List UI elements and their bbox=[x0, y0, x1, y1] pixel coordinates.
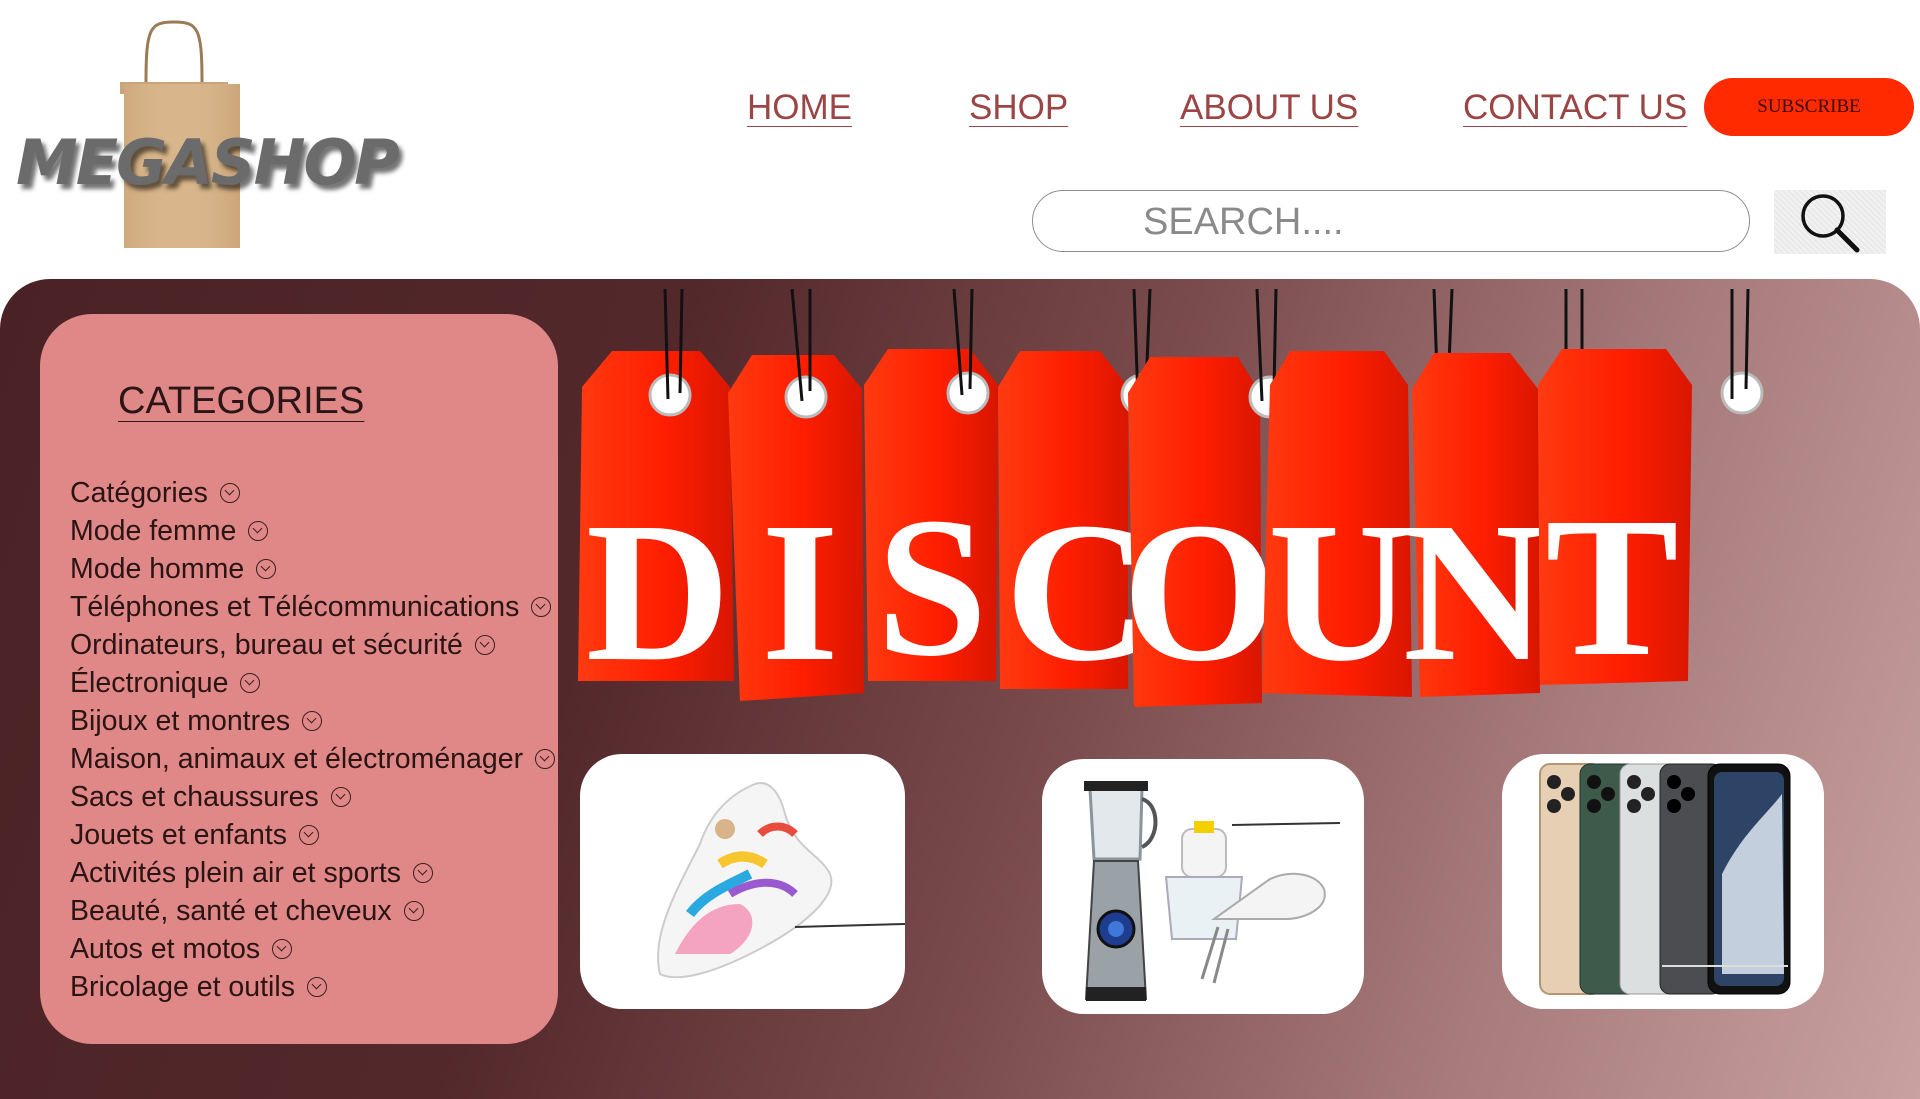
category-item[interactable]: Mode femme bbox=[70, 512, 555, 550]
nav-about-link[interactable]: ABOUT US bbox=[1180, 88, 1358, 128]
product-card-kitchen[interactable] bbox=[1042, 759, 1364, 1014]
chevron-down-icon bbox=[272, 939, 293, 959]
chevron-down-icon bbox=[240, 673, 261, 693]
category-item[interactable]: Téléphones et Télécommunications bbox=[70, 588, 555, 626]
category-item[interactable]: Maison, animaux et électroménager bbox=[70, 740, 556, 778]
category-list: Catégories Mode femme Mode homme Télépho… bbox=[70, 474, 556, 1006]
chevron-down-icon bbox=[248, 521, 269, 541]
discount-tag: S bbox=[864, 289, 998, 698]
nav-home-link[interactable]: HOME bbox=[747, 88, 852, 128]
category-item[interactable]: Bricolage et outils bbox=[70, 968, 555, 1006]
category-item[interactable]: Électronique bbox=[70, 664, 555, 702]
banner-letter: D bbox=[586, 482, 730, 703]
subscribe-button[interactable]: SUBSCRIBE bbox=[1704, 78, 1914, 136]
categories-panel: CATEGORIES Catégories Mode femme Mode ho… bbox=[40, 314, 558, 1044]
chevron-down-icon bbox=[219, 483, 240, 503]
banner-letter: N bbox=[1403, 482, 1547, 703]
categories-title: CATEGORIES bbox=[118, 380, 365, 422]
category-item[interactable]: Autos et motos bbox=[70, 930, 555, 968]
category-item[interactable]: Activités plein air et sports bbox=[70, 854, 555, 892]
brand-name: MEGASHOP bbox=[16, 126, 400, 199]
category-item[interactable]: Bijoux et montres bbox=[70, 702, 555, 740]
banner-letter: S bbox=[876, 477, 987, 698]
nav-contact-link[interactable]: CONTACT US bbox=[1463, 88, 1687, 128]
banner-letter: O bbox=[1122, 482, 1278, 703]
chevron-down-icon bbox=[302, 711, 323, 731]
discount-tag: I bbox=[728, 289, 864, 703]
category-item[interactable]: Ordinateurs, bureau et sécurité bbox=[70, 626, 555, 664]
chevron-down-icon bbox=[535, 749, 556, 769]
chevron-down-icon bbox=[413, 863, 434, 883]
product-card-phones[interactable] bbox=[1502, 754, 1824, 1009]
category-item[interactable]: Catégories bbox=[70, 474, 555, 512]
search-button[interactable] bbox=[1774, 190, 1886, 254]
product-card-sneaker[interactable] bbox=[580, 754, 905, 1009]
discount-banner[interactable]: D I S C O U N T bbox=[572, 289, 1842, 729]
discount-tag: D bbox=[578, 289, 734, 703]
chevron-down-icon bbox=[299, 825, 320, 845]
chevron-down-icon bbox=[474, 635, 495, 655]
banner-letter: U bbox=[1268, 482, 1412, 703]
search-bar bbox=[1032, 190, 1750, 252]
kitchen-appliances-icon bbox=[1084, 781, 1341, 1001]
chevron-down-icon bbox=[256, 559, 277, 579]
category-item[interactable]: Mode homme bbox=[70, 550, 555, 588]
chevron-down-icon bbox=[531, 597, 552, 617]
chevron-down-icon bbox=[330, 787, 351, 807]
category-item[interactable]: Jouets et enfants bbox=[70, 816, 555, 854]
search-icon bbox=[1801, 194, 1860, 253]
discount-tag: T bbox=[1538, 289, 1764, 698]
chevron-down-icon bbox=[403, 901, 424, 921]
nav-shop-link[interactable]: SHOP bbox=[969, 88, 1068, 128]
banner-letter: I bbox=[761, 482, 839, 703]
logo[interactable]: MEGASHOP bbox=[8, 18, 400, 258]
sneaker-icon bbox=[657, 782, 905, 979]
search-input[interactable] bbox=[1141, 199, 1705, 245]
category-item[interactable]: Beauté, santé et cheveux bbox=[70, 892, 555, 930]
category-item[interactable]: Sacs et chaussures bbox=[70, 778, 555, 816]
banner-letter: T bbox=[1545, 477, 1678, 698]
hero-section: CATEGORIES Catégories Mode femme Mode ho… bbox=[0, 279, 1920, 1099]
smartphones-icon bbox=[1539, 763, 1791, 995]
chevron-down-icon bbox=[306, 977, 327, 997]
